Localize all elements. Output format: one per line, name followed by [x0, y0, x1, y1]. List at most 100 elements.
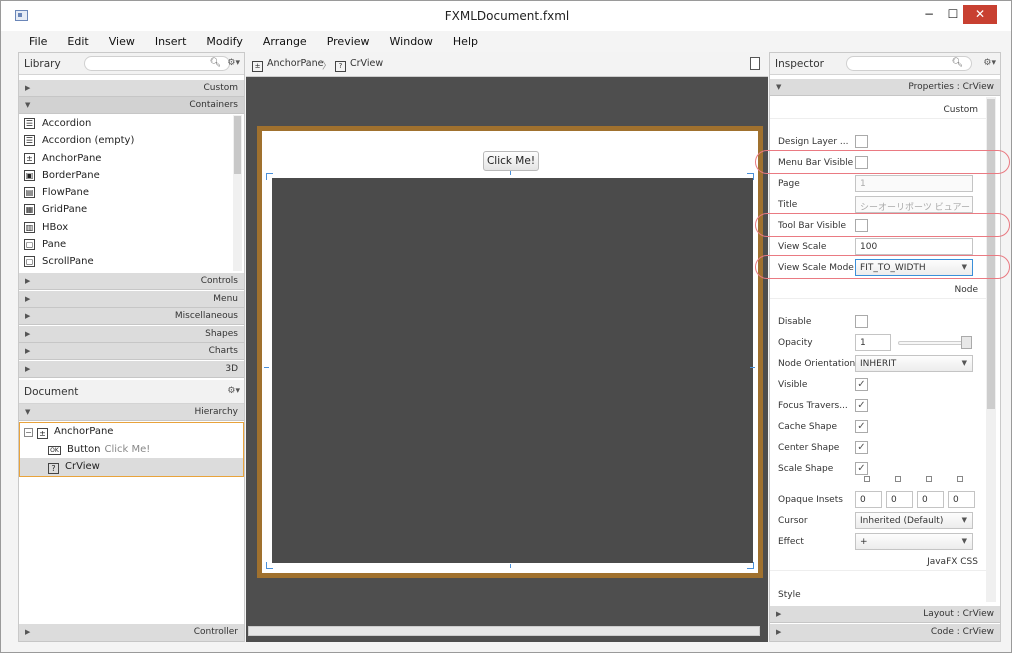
library-item[interactable]: ± AnchorPane	[19, 150, 244, 167]
library-section-miscellaneous[interactable]: ▶ Miscellaneous	[19, 308, 244, 325]
library-section-custom[interactable]: ▶ Custom	[19, 80, 244, 97]
library-section-charts[interactable]: ▶ Charts	[19, 343, 244, 360]
selection-handle[interactable]	[266, 173, 273, 180]
library-section-menu[interactable]: ▶ Menu	[19, 290, 244, 308]
selection-handle[interactable]	[507, 564, 511, 568]
minimize-button[interactable]: −	[919, 5, 939, 24]
layout-section[interactable]: ▶ Layout : CrView	[770, 606, 1000, 623]
property-checkbox[interactable]: ✓	[855, 420, 868, 433]
maximize-button[interactable]: ☐	[943, 5, 963, 24]
library-search-input[interactable]: 🔍︎	[84, 56, 230, 71]
breadcrumb-item-crview[interactable]: ? CrView	[335, 58, 383, 72]
gear-icon[interactable]: ⚙▾	[983, 58, 996, 68]
menu-item-view[interactable]: View	[98, 31, 144, 51]
property-select[interactable]: Inherited (Default) ▼	[855, 512, 973, 529]
hierarchy-section[interactable]: ▼ Hierarchy	[19, 404, 244, 421]
crview-component[interactable]	[272, 178, 753, 563]
inset-field[interactable]: 0	[917, 491, 944, 508]
menu-item-help[interactable]: Help	[442, 31, 487, 51]
tree-item-crview[interactable]: ? CrView	[20, 458, 243, 476]
inset-link-checkbox[interactable]	[957, 476, 963, 482]
menu-item-modify[interactable]: Modify	[195, 31, 251, 51]
properties-section[interactable]: ▼ Properties : CrView	[770, 79, 1000, 96]
library-section-containers[interactable]: ▼ Containers	[19, 97, 244, 114]
collapse-toggle-icon[interactable]: −	[24, 428, 33, 437]
property-text-field[interactable]: 100	[855, 238, 973, 255]
property-label: Focus Travers...	[778, 401, 848, 411]
slider-thumb[interactable]	[961, 336, 972, 349]
controller-section[interactable]: ▶ Controller	[19, 624, 244, 642]
gear-icon[interactable]: ⚙▾	[227, 386, 240, 396]
property-checkbox[interactable]: ✓	[855, 378, 868, 391]
inset-field[interactable]: 0	[886, 491, 913, 508]
inset-link-checkbox[interactable]	[926, 476, 932, 482]
library-item[interactable]: ▢ Pane	[19, 236, 244, 253]
selection-handle[interactable]	[750, 367, 755, 371]
gear-icon[interactable]: ⚙▾	[227, 58, 240, 68]
selection-handle[interactable]	[747, 173, 754, 180]
library-item[interactable]: ▢ ScrollPane	[19, 253, 244, 270]
property-checkbox[interactable]	[855, 135, 868, 148]
custom-component-icon: ?	[48, 463, 59, 474]
property-opaque-insets: Opaque Insets 0 0 0 0	[770, 476, 986, 510]
property-checkbox[interactable]: ✓	[855, 399, 868, 412]
inset-link-checkbox[interactable]	[864, 476, 870, 482]
canvas-horizontal-scrollbar[interactable]	[248, 626, 760, 636]
click-me-button[interactable]: Click Me!	[483, 151, 539, 171]
menu-item-insert[interactable]: Insert	[144, 31, 196, 51]
tree-item-anchorpane[interactable]: − ± AnchorPane	[20, 423, 243, 441]
property-design-layer-: Design Layer ...	[770, 131, 986, 152]
close-button[interactable]: ✕	[963, 5, 997, 24]
document-icon[interactable]	[750, 57, 760, 70]
left-panel: Library 🔍︎ ⚙▾ ▶ Custom ▼ Containers ☰ Acc…	[18, 52, 245, 642]
property-select[interactable]: INHERIT ▼	[855, 355, 973, 372]
property-checkbox[interactable]: ✓	[855, 441, 868, 454]
library-item[interactable]: ☰ Accordion (empty)	[19, 132, 244, 149]
inspector-search-input[interactable]: 🔍︎	[846, 56, 972, 71]
anchorpane-surface[interactable]: Click Me!	[262, 131, 758, 573]
highlight-menu-bar-visible	[755, 150, 1010, 174]
selection-handle[interactable]	[507, 171, 511, 175]
menu-item-edit[interactable]: Edit	[56, 31, 97, 51]
code-section[interactable]: ▶ Code : CrView	[770, 624, 1000, 642]
library-section-3d[interactable]: ▶ 3D	[19, 360, 244, 378]
title-bar[interactable]: FXMLDocument.fxml − ☐ ✕	[1, 1, 1011, 31]
breadcrumb-item-anchorpane[interactable]: ± AnchorPane	[252, 58, 323, 72]
menu-item-arrange[interactable]: Arrange	[252, 31, 316, 51]
library-items-list: ☰ Accordion ☰ Accordion (empty) ± AnchorPane ▣…	[19, 115, 244, 271]
property-text-field[interactable]: 1	[855, 175, 973, 192]
library-item[interactable]: ☰ Accordion	[19, 115, 244, 132]
library-scrollbar[interactable]	[233, 115, 242, 271]
menu-item-file[interactable]: File	[18, 31, 56, 51]
selection-handle[interactable]	[747, 562, 754, 569]
library-section-shapes[interactable]: ▶ Shapes	[19, 325, 244, 343]
scroll-thumb[interactable]	[234, 116, 241, 174]
library-item[interactable]: ▦ GridPane	[19, 201, 244, 218]
property-checkbox[interactable]: ✓	[855, 462, 868, 475]
selection-handle[interactable]	[264, 367, 269, 371]
property-text-field[interactable]: シーオーリポーツ ビュアー	[855, 196, 973, 213]
scroll-thumb[interactable]	[987, 99, 995, 409]
anchorpane-icon: ±	[252, 61, 263, 72]
library-item[interactable]: ▣ BorderPane	[19, 167, 244, 184]
inspector-header: Inspector 🔍︎ ⚙▾	[770, 53, 1000, 75]
property-select[interactable]: + ▼	[855, 533, 973, 550]
property-title: Title シーオーリポーツ ビュアー	[770, 194, 986, 215]
property-label: Scale Shape	[778, 464, 834, 474]
document-title: Document	[24, 386, 79, 398]
menu-item-preview[interactable]: Preview	[316, 31, 379, 51]
inset-link-checkbox[interactable]	[895, 476, 901, 482]
property-label: Cache Shape	[778, 422, 838, 432]
property-checkbox[interactable]	[855, 315, 868, 328]
inset-field[interactable]: 0	[855, 491, 882, 508]
property-page: Page 1	[770, 173, 986, 194]
library-item[interactable]: ▥ HBox	[19, 219, 244, 236]
menu-item-window[interactable]: Window	[379, 31, 442, 51]
library-item[interactable]: ▤ FlowPane	[19, 184, 244, 201]
opacity-field[interactable]: 1	[855, 334, 891, 351]
library-item-label: AnchorPane	[42, 152, 102, 164]
inset-field[interactable]: 0	[948, 491, 975, 508]
library-section-controls[interactable]: ▶ Controls	[19, 273, 244, 290]
tree-item-button[interactable]: OK Button Click Me!	[20, 441, 243, 459]
selection-handle[interactable]	[266, 562, 273, 569]
